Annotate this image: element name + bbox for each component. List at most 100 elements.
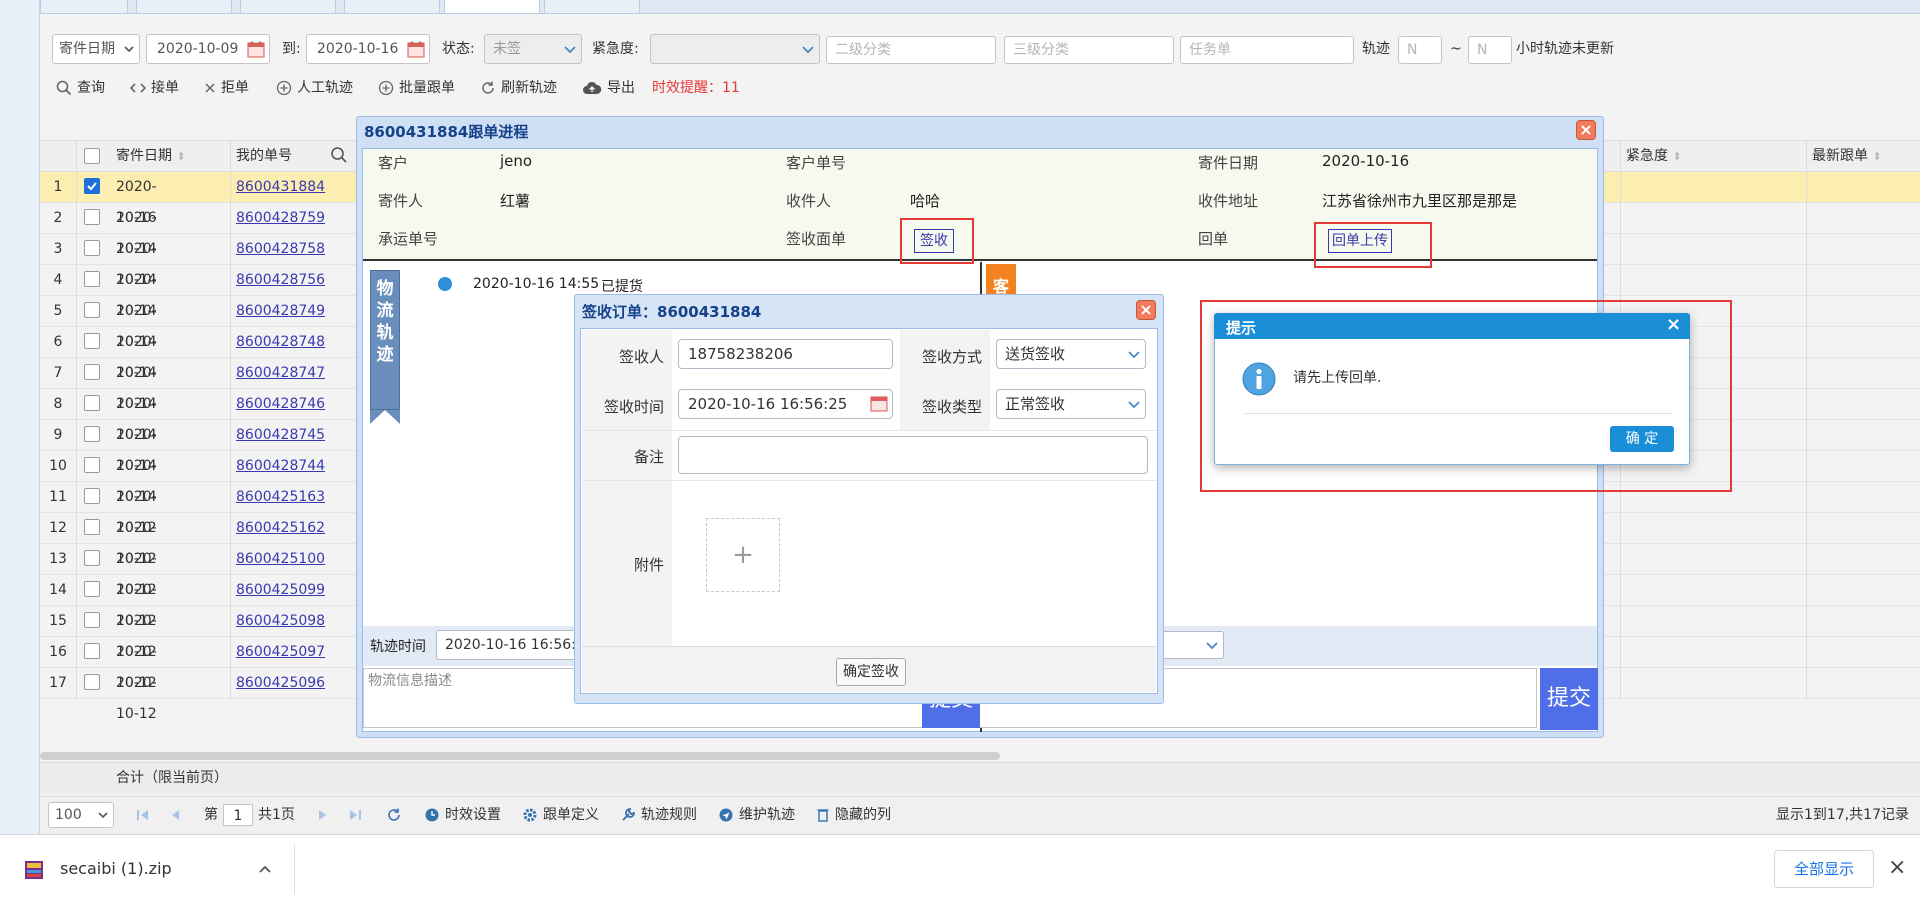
row-order-link[interactable]: 8600428749 <box>236 296 325 327</box>
tab-3[interactable] <box>240 0 336 14</box>
reject-button[interactable]: 拒单 <box>204 77 249 99</box>
row-order-link[interactable]: 8600428759 <box>236 203 325 234</box>
signer-input[interactable]: 18758238206 <box>678 339 893 369</box>
note-textarea[interactable] <box>678 436 1148 474</box>
prev-page-icon[interactable] <box>168 808 182 822</box>
task-input[interactable]: 任务单 <box>1180 36 1354 64</box>
customer-tab[interactable]: 客 <box>986 264 1016 296</box>
row-checkbox[interactable] <box>84 333 100 349</box>
row-checkbox[interactable] <box>84 426 100 442</box>
tab-1[interactable] <box>40 0 128 14</box>
row-order-link[interactable]: 8600428758 <box>236 234 325 265</box>
row-order-link[interactable]: 8600431884 <box>236 172 325 203</box>
row-checkbox[interactable] <box>84 488 100 504</box>
select-all-checkbox[interactable] <box>84 148 100 164</box>
row-order-link[interactable]: 8600428747 <box>236 358 325 389</box>
reload-icon[interactable] <box>386 807 402 823</box>
row-checkbox[interactable] <box>84 302 100 318</box>
column-header-no[interactable]: 我的单号 <box>236 140 292 172</box>
row-order-link[interactable]: 8600425096 <box>236 668 325 699</box>
row-order-link[interactable]: 8600425100 <box>236 544 325 575</box>
accept-button[interactable]: 接单 <box>130 77 179 99</box>
close-download-bar-icon[interactable]: × <box>1888 856 1906 880</box>
row-checkbox[interactable] <box>84 395 100 411</box>
query-button[interactable]: 查询 <box>56 77 105 99</box>
sign-type-select[interactable]: 正常签收 <box>996 389 1146 419</box>
next-page-icon[interactable] <box>316 808 330 822</box>
page-size-select[interactable]: 100 <box>48 802 114 828</box>
show-all-button[interactable]: 全部显示 <box>1774 850 1874 888</box>
row-order-link[interactable]: 8600428756 <box>236 265 325 296</box>
add-attachment-button[interactable]: + <box>706 518 780 592</box>
row-checkbox[interactable] <box>84 178 100 194</box>
close-icon[interactable] <box>1136 300 1156 320</box>
row-checkbox[interactable] <box>84 457 100 473</box>
export-button[interactable]: 导出 <box>582 77 635 99</box>
maintain-track-button[interactable]: 维护轨迹 <box>718 804 795 826</box>
row-order-link[interactable]: 8600428748 <box>236 327 325 358</box>
sign-time-input[interactable]: 2020-10-16 16:56:25 <box>678 389 893 419</box>
last-page-icon[interactable] <box>348 808 362 822</box>
date-to-input[interactable]: 2020-10-16 <box>306 34 430 64</box>
return-upload-button[interactable]: 回单上传 <box>1328 229 1392 253</box>
row-checkbox[interactable] <box>84 364 100 380</box>
ok-button[interactable]: 确 定 <box>1610 426 1674 452</box>
first-page-icon[interactable] <box>136 808 150 822</box>
track-to-input[interactable]: N <box>1468 36 1512 64</box>
confirm-sign-button[interactable]: 确定签收 <box>836 658 906 686</box>
row-checkbox[interactable] <box>84 643 100 659</box>
row-checkbox[interactable] <box>84 550 100 566</box>
timeliness-alert[interactable]: 时效提醒：11 <box>652 77 740 99</box>
tab-4[interactable] <box>344 0 440 14</box>
row-order-link[interactable]: 8600425099 <box>236 575 325 606</box>
level2-category-input[interactable]: 二级分类 <box>826 36 996 64</box>
row-checkbox[interactable] <box>84 271 100 287</box>
row-order-link[interactable]: 8600425098 <box>236 606 325 637</box>
tab-2[interactable] <box>136 0 232 14</box>
row-checkbox[interactable] <box>84 240 100 256</box>
date-type-select[interactable]: 寄件日期 <box>52 34 140 64</box>
level3-category-input[interactable]: 三级分类 <box>1004 36 1174 64</box>
track-type-select[interactable] <box>1160 631 1224 659</box>
column-header-latest[interactable]: 最新跟单 ⬍ <box>1812 140 1882 172</box>
search-icon[interactable] <box>330 146 348 164</box>
close-icon[interactable] <box>1576 120 1596 140</box>
tab-active[interactable] <box>444 0 540 14</box>
tab-6[interactable] <box>544 0 640 14</box>
refresh-track-button[interactable]: 刷新轨迹 <box>480 77 557 99</box>
row-checkbox[interactable] <box>84 674 100 690</box>
status-select[interactable]: 未签 <box>484 34 582 64</box>
calendar-icon[interactable] <box>407 40 425 58</box>
row-order-link[interactable]: 8600428746 <box>236 389 325 420</box>
row-checkbox[interactable] <box>84 519 100 535</box>
timeliness-settings-button[interactable]: 时效设置 <box>424 804 501 826</box>
horizontal-scrollbar[interactable] <box>40 752 1000 760</box>
row-order-link[interactable]: 8600425162 <box>236 513 325 544</box>
calendar-icon[interactable] <box>247 40 265 58</box>
row-order-link[interactable]: 8600425163 <box>236 482 325 513</box>
chevron-up-icon[interactable] <box>258 862 272 876</box>
sign-button[interactable]: 签收 <box>914 229 954 253</box>
calendar-icon[interactable] <box>870 394 888 412</box>
urgency-select[interactable] <box>650 34 820 64</box>
submit-button[interactable]: 提交 <box>1540 668 1598 730</box>
row-checkbox[interactable] <box>84 612 100 628</box>
column-header-date[interactable]: 寄件日期 ⬍ <box>116 140 186 172</box>
close-icon[interactable]: × <box>1666 314 1681 336</box>
row-checkbox[interactable] <box>84 209 100 225</box>
page-number-input[interactable]: 1 <box>223 804 253 826</box>
method-select[interactable]: 送货签收 <box>996 339 1146 369</box>
row-checkbox[interactable] <box>84 581 100 597</box>
date-from-input[interactable]: 2020-10-09 <box>146 34 270 64</box>
batch-follow-button[interactable]: 批量跟单 <box>378 77 455 99</box>
row-order-link[interactable]: 8600425097 <box>236 637 325 668</box>
track-rules-button[interactable]: 轨迹规则 <box>620 804 697 826</box>
hidden-columns-button[interactable]: 隐藏的列 <box>816 804 891 826</box>
manual-track-button[interactable]: 人工轨迹 <box>276 77 353 99</box>
track-from-input[interactable]: N <box>1398 36 1442 64</box>
row-order-link[interactable]: 8600428744 <box>236 451 325 482</box>
follow-define-button[interactable]: 跟单定义 <box>522 804 599 826</box>
row-order-link[interactable]: 8600428745 <box>236 420 325 451</box>
column-header-urgency[interactable]: 紧急度 ⬍ <box>1626 140 1682 172</box>
download-file-name[interactable]: secaibi (1).zip <box>60 859 172 878</box>
